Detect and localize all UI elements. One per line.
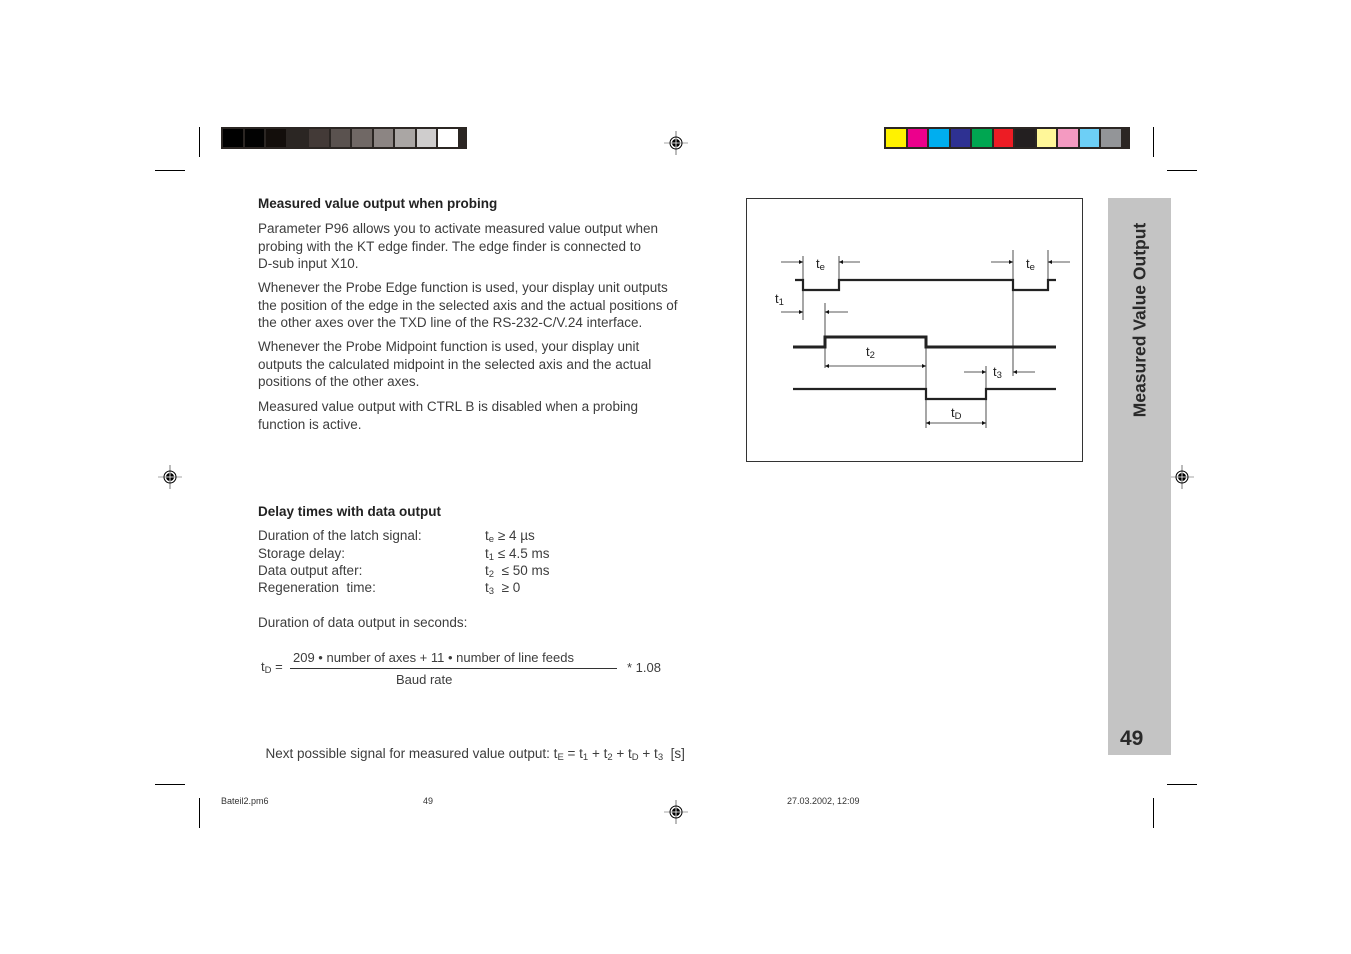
text-line: function is active. [258,416,362,432]
text-line: outputs the calculated midpoint in the s… [258,356,652,372]
delay-value: t1 ≤ 4.5 ms [485,546,550,563]
color-swatch [1101,129,1121,147]
formula-denominator: Baud rate [396,672,453,687]
formula-factor: * 1.08 [627,660,661,675]
color-swatch [950,129,970,147]
transmission-signal-trace [793,387,1056,401]
crop-mark [1153,127,1154,157]
text-line: Whenever the Probe Edge function is used… [258,280,668,295]
latch-signal-trace [795,278,1056,292]
crop-mark [199,798,200,828]
crop-mark [199,127,200,157]
crop-mark [1167,784,1197,785]
color-swatch [1015,129,1035,147]
timing-diagram-svg [781,250,1070,428]
text-line: the other axes over the TXD line of the … [258,315,643,330]
color-swatch [373,129,393,147]
footer-page: 49 [423,796,434,806]
formula-lhs: tD = [261,659,283,676]
label-tD: tD [951,405,962,422]
delay-row: Regeneration time: [258,580,376,595]
registration-mark-icon [158,465,182,489]
registration-mark-icon [664,131,688,155]
paragraph-probe-midpoint: Whenever the Probe Midpoint function is … [258,338,728,391]
delay-label: Storage delay: [258,546,346,561]
process-color-bar [884,127,1130,149]
text-line: Parameter P96 allows you to activate mea… [258,221,658,236]
color-swatch [929,129,949,147]
section-heading-delay-times: Delay times with data output [258,504,442,519]
color-swatch [886,129,906,147]
text-line: the position of the edge in the selected… [258,297,678,313]
color-swatch [352,129,372,147]
grayscale-color-bar [221,127,467,149]
color-swatch [1058,129,1078,147]
section-heading-probing: Measured value output when probing [258,196,498,211]
delay-label: Duration of the latch signal: [258,528,422,543]
color-swatch [438,129,458,147]
footer-filename: Bateil2.pm6 [221,796,269,806]
text-line: Whenever the Probe Midpoint function is … [258,339,640,354]
color-swatch [244,129,264,147]
color-swatch [223,129,243,147]
delay-label: Regeneration time: [258,580,376,595]
label-te-left: te [816,256,825,273]
color-swatch [416,129,436,147]
timing-diagram: te te t1 t2 t3 tD [746,198,1083,462]
paragraph-p96: Parameter P96 allows you to activate mea… [258,220,728,273]
delay-row: Storage delay: [258,546,345,561]
delay-value: t3 ≥ 0 [485,580,521,597]
color-swatch [266,129,286,147]
chapter-title: Measured Value Output [1129,222,1150,418]
color-swatch [1079,129,1099,147]
formula-numerator: 209 • number of axes + 11 • number of li… [293,650,574,665]
registration-mark-icon [664,800,688,824]
label-t2: t2 [866,344,875,361]
text-line: probing with the KT edge finder. The edg… [258,238,642,254]
page-number: 49 [1120,727,1144,750]
paragraph-probe-edge: Whenever the Probe Edge function is used… [258,279,728,332]
color-swatch [395,129,415,147]
delay-value: te ≥ 4 µs [485,528,535,545]
footer-timestamp: 27.03.2002, 12:09 [787,796,860,806]
color-swatch [1036,129,1056,147]
text-line: positions of the other axes. [258,374,420,389]
label-t3: t3 [993,364,1002,381]
text-line: Measured value output with CTRL B is dis… [258,399,638,414]
crop-mark [1167,170,1197,171]
delay-row: Duration of the latch signal: [258,528,422,543]
next-signal-formula: Next possible signal for measured value … [265,746,685,763]
delay-row: Data output after: [258,563,362,578]
color-swatch [972,129,992,147]
data-output-signal-trace [793,335,1056,349]
crop-mark [1153,798,1154,828]
color-swatch [907,129,927,147]
crop-mark [155,784,185,785]
crop-mark [155,170,185,171]
label-te-right: te [1026,256,1035,273]
color-swatch [993,129,1013,147]
duration-label: Duration of data output in seconds: [258,615,468,630]
delay-value: t2 ≤ 50 ms [485,563,550,580]
text-line: D-sub input X10. [258,256,359,271]
fraction-bar [290,668,617,669]
color-swatch [309,129,329,147]
label-t1: t1 [775,291,784,308]
paragraph-ctrl-b: Measured value output with CTRL B is dis… [258,398,728,433]
color-swatch [330,129,350,147]
delay-label: Data output after: [258,563,363,578]
registration-mark-icon [1170,465,1194,489]
color-swatch [287,129,307,147]
